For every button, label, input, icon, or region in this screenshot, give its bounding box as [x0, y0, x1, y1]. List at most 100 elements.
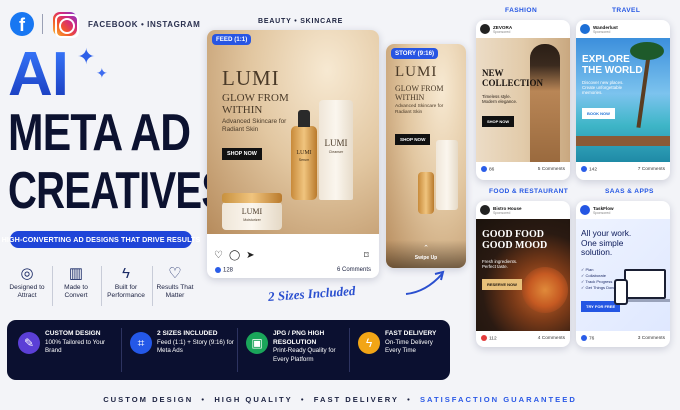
title-ai: AI: [8, 40, 69, 109]
comments-count: 7 Comments: [637, 166, 665, 172]
feature-list: ✓ Plan ✓ Collaborate ✓ Track Progress ✓ …: [581, 267, 616, 291]
ad-subtext: Advanced Skincare for Radiant Skin: [395, 104, 444, 115]
shop-now-button[interactable]: SHOP NOW: [222, 148, 262, 160]
saas-ad-card: TaskFlow Sponsored All your work. One sim…: [576, 201, 670, 347]
likes-value: 128: [223, 267, 234, 274]
bungalows: [576, 136, 670, 146]
service-title: CUSTOM DESIGN: [45, 330, 101, 337]
feed-ad-card: FEED (1:1) LUMI GLOW FROM WITHIN Advance…: [207, 30, 379, 278]
swipe-up-label[interactable]: Swipe Up: [386, 255, 466, 261]
facebook-logo-icon: f: [10, 12, 34, 36]
ad-subtext: Advanced Skincare for Radiant Skin: [222, 118, 287, 133]
sizes-note: 2 Sizes Included: [267, 282, 356, 305]
likes-count: 142: [589, 167, 598, 173]
category-label: SAAS & APPS: [605, 188, 654, 195]
ad-headline: All your work. One simple solution.: [581, 228, 632, 257]
travel-ad-image: EXPLORE THE WORLD Discover new places. C…: [576, 38, 670, 162]
list-item-label: Track Progress: [585, 279, 613, 284]
list-item-label: Get Things Done: [585, 285, 616, 290]
service-desc: Feed (1:1) + Story (9:16) for Meta Ads: [157, 338, 234, 355]
sponsored-label: Sponsored: [493, 210, 511, 215]
brand-lumi: LUMI: [395, 64, 438, 80]
like-icon: [581, 334, 587, 341]
brand-lumi: LUMI: [222, 66, 280, 90]
ad-footer: 142 7 Comments: [576, 162, 670, 176]
footer-item: HIGH QUALITY: [214, 395, 293, 404]
chart-icon: ▥: [68, 265, 84, 282]
feed-tag: FEED (1:1): [212, 34, 252, 45]
ad-footer: 76 3 Comments: [576, 331, 670, 345]
title-meta-ad: META AD: [8, 104, 191, 162]
cleanser-tube: LUMI Cleanser: [319, 100, 353, 200]
feature-results: ♡ Results That Matter: [152, 264, 198, 300]
sponsored-label: Sponsored: [593, 29, 611, 34]
jar-lid: [222, 193, 282, 203]
service-title: 2 SIZES INCLUDED: [157, 330, 218, 337]
fashion-ad-image: NEW COLLECTION Timeless style. Modern el…: [476, 38, 570, 162]
ad-subtext: Timeless style. Modern elegance.: [482, 94, 518, 104]
feature-convert: ▥ Made to Convert: [53, 264, 99, 300]
shop-now-button[interactable]: SHOP NOW: [395, 134, 431, 145]
product-brand: LUMI: [296, 150, 312, 156]
dropper-cap: [298, 110, 310, 127]
product-label: Serum: [298, 158, 310, 162]
service-desc: 100% Tailored to Your Brand: [45, 338, 106, 355]
like-icon: [481, 334, 487, 341]
moisturizer-jar: LUMI Moisturizer: [222, 202, 282, 230]
ad-header: Bistro House Sponsored: [476, 201, 570, 219]
service-title: FAST DELIVERY: [385, 330, 437, 337]
list-item: ✓ Get Things Done: [581, 285, 616, 290]
brand-name: Wanderlust: [593, 24, 618, 30]
likes-count: 76: [589, 336, 595, 342]
target-icon: ◎: [20, 265, 34, 282]
pasta-dish: [522, 267, 568, 313]
like-icon: [215, 267, 221, 273]
shop-now-button[interactable]: SHOP NOW: [482, 116, 515, 127]
arrow-icon: [405, 270, 445, 295]
footer-tagline: CUSTOM DESIGN • HIGH QUALITY • FAST DELI…: [0, 395, 680, 404]
divider: [237, 328, 238, 372]
brand-name: Bistro House: [493, 205, 522, 211]
comments-count: 6 Comments: [337, 267, 372, 273]
ad-headline: GOOD FOOD GOOD MOOD: [482, 229, 548, 251]
sparkle-icon: ✦: [77, 44, 96, 69]
footer-sep: •: [201, 395, 207, 404]
ad-footer: 86 5 Comments: [476, 162, 570, 176]
reserve-now-button[interactable]: RESERVE NOW: [482, 279, 522, 290]
ad-headline: NEW COLLECTION: [482, 68, 544, 88]
sponsored-label: Sponsored: [493, 29, 511, 34]
feature-label: Built for Performance: [107, 284, 145, 299]
travel-ad-card: Wanderlust Sponsored EXPLORE THE WORLD Di…: [576, 20, 670, 180]
phone-device: [614, 279, 628, 305]
comments-count: 4 Comments: [537, 335, 565, 341]
footer-item: FAST DELIVERY: [313, 395, 399, 404]
feature-attract: ◎ Designed to Attract: [4, 264, 50, 300]
service-sizes: ⌗ 2 SIZES INCLUDED Feed (1:1) + Story (9:…: [130, 330, 234, 370]
service-custom-design: ✎ CUSTOM DESIGN 100% Tailored to Your Bra…: [18, 330, 118, 370]
model-figure: [530, 44, 560, 162]
brand-name: ZEVORA: [493, 24, 513, 30]
heart-icon: ♡: [168, 265, 182, 282]
feature-performance: ϟ Built for Performance: [103, 264, 149, 300]
bookmark-icon[interactable]: ⌑: [364, 250, 369, 261]
saas-ad-image: All your work. One simple solution. ✓ Pl…: [576, 219, 670, 331]
post-actions[interactable]: ♡◯➤: [214, 250, 261, 261]
avatar: [480, 205, 490, 215]
ad-header: TaskFlow Sponsored: [576, 201, 670, 219]
list-item-label: Collaborate: [585, 273, 606, 278]
avatar: [580, 24, 590, 34]
ad-subtext: Fresh ingredients. Perfect taste.: [482, 259, 518, 269]
chevron-up-icon: ⌃: [423, 245, 429, 252]
service-title: JPG / PNG HIGH RESOLUTION: [273, 330, 325, 346]
ad-header: ZEVORA Sponsored: [476, 20, 570, 38]
divider: [101, 266, 102, 306]
divider: [42, 14, 43, 34]
likes-count: 112: [489, 336, 497, 342]
story-tag: STORY (9:16): [391, 48, 439, 59]
crop-icon: ⌗: [130, 332, 152, 354]
book-now-button[interactable]: BOOK NOW: [582, 108, 615, 119]
product-brand: LUMI: [241, 207, 263, 216]
comments-count: 5 Comments: [537, 166, 565, 172]
like-icon: [581, 165, 587, 172]
category-label: TRAVEL: [612, 7, 641, 14]
